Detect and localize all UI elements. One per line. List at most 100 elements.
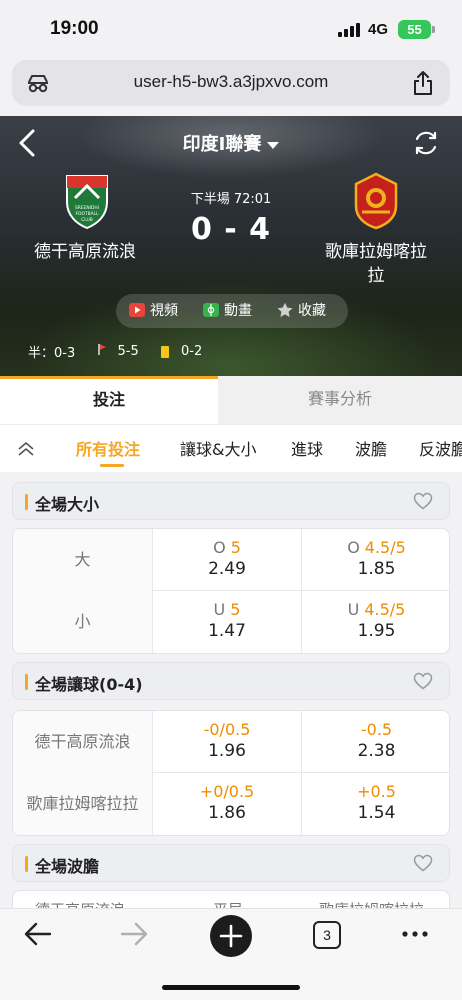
match-header: 印度I聯賽 SREENIDHI FOOTBALL CLUB 下半場 72:01 …: [0, 116, 462, 376]
heart-icon[interactable]: [413, 492, 433, 510]
odds-button[interactable]: +0.5 1.54: [302, 773, 449, 835]
tab-analysis[interactable]: 賽事分析: [218, 376, 462, 424]
league-selector[interactable]: 印度I聯賽: [0, 130, 462, 156]
away-team-name: 歌庫拉姆喀拉拉: [325, 242, 427, 286]
network-type: 4G: [368, 21, 389, 38]
browser-toolbar: 3: [0, 908, 462, 1000]
signal-icon: [338, 23, 362, 37]
line-prefix: O: [213, 538, 226, 557]
browser-address-bar: user-h5-bw3.a3jpxvo.com: [0, 58, 462, 116]
corner-flag-icon: [98, 344, 107, 355]
market-grid: 德干高原流浪 -0/0.5 1.96 -0.5 2.38 歌庫拉姆喀拉拉 +0/…: [12, 710, 450, 836]
market-row: 小 U5 1.47 U 4.5/5 1.95: [13, 591, 449, 653]
animation-label: 動畫: [224, 303, 252, 319]
status-bar: 19:00 4G 55: [0, 0, 462, 58]
match-period: 下半場: [190, 192, 230, 207]
line-prefix: U: [347, 600, 360, 619]
market-header[interactable]: 全場大小: [12, 482, 450, 520]
section-accent-bar: [25, 856, 28, 872]
line-value: 5: [230, 538, 241, 557]
market-header[interactable]: 全場波膽: [12, 844, 450, 882]
line-prefix: U: [213, 600, 226, 619]
market-row: 大 O5 2.49 O 4.5/5 1.85: [13, 529, 449, 591]
battery-icon: 55: [398, 20, 431, 39]
line-value: -0.5: [360, 720, 393, 739]
league-name: 印度I聯賽: [182, 134, 262, 155]
media-actions: 視頻 動畫 收藏: [116, 294, 348, 328]
play-icon: [129, 303, 145, 317]
favorite-label: 收藏: [298, 303, 326, 319]
odds-button[interactable]: -0/0.5 1.96: [153, 711, 302, 773]
status-time: 19:00: [50, 18, 99, 39]
correct-score-columns: 德干高原流浪 平局 歌庫拉姆喀拉拉: [12, 890, 450, 908]
selection-label: 大: [13, 529, 153, 591]
odds-button[interactable]: +0/0.5 1.86: [153, 773, 302, 835]
yellow-card-count: 0-2: [181, 344, 203, 359]
column-draw: 平局: [213, 899, 243, 908]
battery-tip: [432, 26, 435, 33]
filter-goals[interactable]: 進球: [291, 436, 323, 460]
odds-button[interactable]: O5 2.49: [153, 529, 302, 591]
line-value: -0/0.5: [203, 720, 251, 739]
corner-count: 5-5: [117, 344, 139, 359]
url-field[interactable]: user-h5-bw3.a3jpxvo.com: [12, 60, 450, 106]
section-accent-bar: [25, 674, 28, 690]
url-text: user-h5-bw3.a3jpxvo.com: [133, 72, 329, 91]
line-value: 4.5/5: [364, 538, 406, 557]
match-clock: 72:01: [233, 192, 272, 207]
star-icon: [277, 302, 293, 317]
more-dots-icon[interactable]: [400, 921, 430, 947]
new-tab-plus-icon[interactable]: [210, 915, 252, 957]
heart-icon[interactable]: [413, 672, 433, 690]
favorite-button[interactable]: 收藏: [276, 294, 326, 328]
odds-value: 2.38: [357, 741, 396, 761]
market-title: 全場讓球(0-4): [35, 675, 143, 694]
collapse-chevron-up-icon[interactable]: [16, 439, 36, 459]
odds-value: 1.96: [208, 741, 246, 761]
heart-icon[interactable]: [413, 854, 433, 872]
match-period-clock: 下半場 72:01: [0, 188, 462, 207]
yellow-card-icon: [160, 345, 169, 358]
market-title: 全場大小: [35, 495, 100, 514]
markets-list: 全場大小 大 O5 2.49 O 4.5/5 1.85 小 U5 1.47 U 4.…: [0, 472, 462, 908]
market-row: 德干高原流浪 -0/0.5 1.96 -0.5 2.38: [13, 711, 449, 773]
market-header[interactable]: 全場讓球(0-4): [12, 662, 450, 700]
match-stats: 半：0-3 5-5 0-2: [28, 342, 202, 361]
odds-value: 1.54: [357, 803, 396, 823]
market-filter-tabs: 所有投注 讓球&大小 進球 波膽 反波膽: [0, 424, 462, 472]
filter-anti-correct-score[interactable]: 反波膽: [419, 436, 462, 460]
market-grid: 大 O5 2.49 O 4.5/5 1.85 小 U5 1.47 U 4.5/5 1…: [12, 528, 450, 654]
video-label: 視頻: [150, 303, 178, 319]
line-value: +0.5: [357, 782, 396, 801]
forward-arrow-icon[interactable]: [120, 921, 148, 947]
tab-switcher-button[interactable]: 3: [313, 921, 341, 949]
column-away: 歌庫拉姆喀拉拉: [319, 899, 424, 908]
selection-label: 歌庫拉姆喀拉拉: [13, 773, 153, 835]
back-arrow-icon[interactable]: [24, 921, 52, 947]
market-row: 歌庫拉姆喀拉拉 +0/0.5 1.86 +0.5 1.54: [13, 773, 449, 835]
odds-value: 1.86: [208, 803, 246, 823]
tab-bet[interactable]: 投注: [0, 376, 218, 424]
column-home: 德干高原流浪: [35, 899, 125, 908]
line-value: 5: [230, 600, 241, 619]
selection-label: 德干高原流浪: [13, 711, 153, 773]
animation-button[interactable]: 動畫: [202, 294, 252, 328]
odds-value: 1.85: [357, 559, 396, 579]
odds-button[interactable]: -0.5 2.38: [302, 711, 449, 773]
caret-down-icon: [267, 141, 280, 149]
market-title: 全場波膽: [35, 857, 100, 876]
odds-button[interactable]: O 4.5/5 1.85: [302, 529, 449, 591]
odds-value: 1.95: [357, 621, 396, 641]
share-icon[interactable]: [412, 70, 434, 96]
line-value: +0/0.5: [199, 782, 255, 801]
video-button[interactable]: 視頻: [128, 294, 178, 328]
refresh-icon[interactable]: [412, 129, 440, 157]
filter-all[interactable]: 所有投注: [76, 436, 140, 467]
main-tabs: 投注 賽事分析: [0, 376, 462, 424]
odds-button[interactable]: U5 1.47: [153, 591, 302, 653]
selection-label: 小: [13, 591, 153, 653]
odds-button[interactable]: U 4.5/5 1.95: [302, 591, 449, 653]
filter-correct-score[interactable]: 波膽: [355, 436, 387, 460]
filter-handicap-total[interactable]: 讓球&大小: [180, 436, 256, 460]
pitch-icon: [203, 303, 219, 317]
